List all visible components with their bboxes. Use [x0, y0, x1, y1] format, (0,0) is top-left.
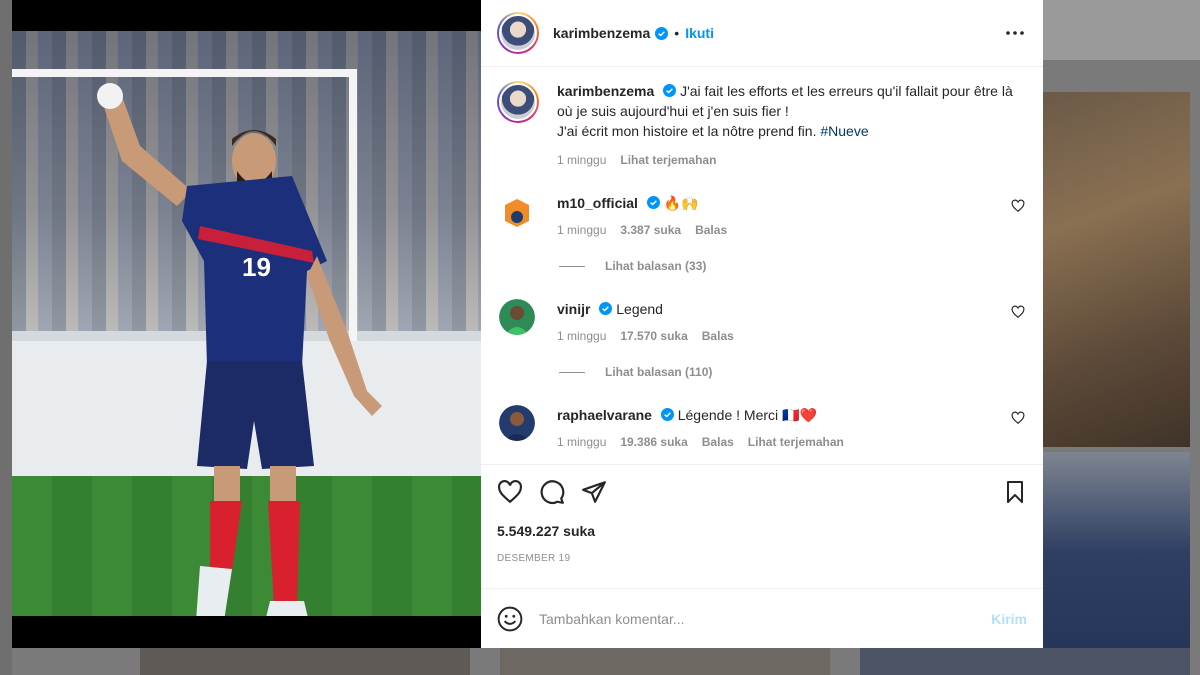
feed-tile: [1043, 0, 1200, 60]
separator-dot: •: [674, 25, 680, 41]
caption-time[interactable]: 1 minggu: [557, 153, 606, 167]
comment-time[interactable]: 1 minggu: [557, 329, 606, 343]
heart-icon[interactable]: [1011, 411, 1025, 425]
comment-likes[interactable]: 17.570 suka: [620, 329, 687, 343]
translate-link[interactable]: Lihat terjemahan: [748, 435, 844, 449]
comment-text: Legend: [616, 301, 663, 317]
verified-icon: [599, 302, 613, 315]
post-date[interactable]: DESEMBER 19: [497, 553, 1027, 564]
more-icon[interactable]: [1003, 21, 1027, 45]
reply-button[interactable]: Balas: [702, 435, 734, 449]
caption-username[interactable]: karimbenzema: [557, 83, 654, 99]
verified-icon: [646, 196, 660, 209]
post-media: 19: [12, 0, 481, 648]
comment-time[interactable]: 1 minggu: [557, 435, 606, 449]
comment-time[interactable]: 1 minggu: [557, 223, 606, 237]
feed-tile: [860, 648, 1190, 675]
comment-item: m10_official 🔥🙌 1 minggu 3.387 suka Bala…: [497, 193, 1027, 237]
comment-text: Légende ! Merci 🇫🇷❤️: [677, 407, 817, 423]
comment-likes[interactable]: 3.387 suka: [620, 223, 681, 237]
comment-username[interactable]: raphaelvarane: [557, 407, 652, 423]
verified-icon: [663, 84, 677, 97]
feed-tile: [140, 648, 470, 675]
avatar[interactable]: [499, 193, 535, 229]
share-icon[interactable]: [581, 479, 607, 505]
reply-button[interactable]: Balas: [695, 223, 727, 237]
emoji-icon[interactable]: [497, 606, 523, 632]
heart-icon[interactable]: [497, 479, 523, 505]
post-actions: 5.549.227 suka DESEMBER 19: [481, 464, 1043, 588]
feed-tile: [500, 648, 830, 675]
backdrop-left: [0, 0, 12, 675]
post-header: karimbenzema • Ikuti: [481, 0, 1043, 67]
like-count[interactable]: 5.549.227 suka: [497, 523, 1027, 539]
heart-icon[interactable]: [1011, 199, 1025, 213]
heart-icon[interactable]: [1011, 305, 1025, 319]
view-replies-button[interactable]: Lihat balasan (33): [559, 259, 1027, 273]
add-comment-bar: Kirim: [481, 588, 1043, 648]
comment-text: 🔥🙌: [663, 195, 699, 211]
avatar[interactable]: [499, 405, 535, 441]
comments-list[interactable]: karimbenzema J'ai fait les efforts et le…: [481, 67, 1043, 464]
caption: karimbenzema J'ai fait les efforts et le…: [497, 81, 1027, 167]
comment-likes[interactable]: 19.386 suka: [620, 435, 687, 449]
verified-icon: [655, 26, 669, 40]
caption-text-2: J'ai écrit mon histoire et la nôtre pren…: [557, 123, 817, 139]
post-comment-button[interactable]: Kirim: [991, 611, 1027, 627]
feed-tile: [1043, 452, 1190, 675]
verified-icon: [660, 408, 674, 421]
follow-button[interactable]: Ikuti: [685, 25, 714, 41]
post-modal: 19 karimbenzema • Ikuti karimbenzema J'a…: [12, 0, 1043, 648]
jersey-number: 19: [242, 252, 271, 282]
player-figure: 19: [97, 83, 382, 616]
post-photo: 19: [12, 31, 481, 616]
comment-icon[interactable]: [539, 479, 565, 505]
hashtag-link[interactable]: #Nueve: [820, 123, 868, 139]
reply-button[interactable]: Balas: [702, 329, 734, 343]
bookmark-icon[interactable]: [1003, 479, 1027, 505]
post-side-panel: karimbenzema • Ikuti karimbenzema J'ai f…: [481, 0, 1043, 648]
comment-item: vinijr Legend 1 minggu 17.570 suka Balas: [497, 299, 1027, 343]
comment-item: raphaelvarane Légende ! Merci 🇫🇷❤️ 1 min…: [497, 405, 1027, 449]
comment-input[interactable]: [539, 610, 992, 627]
comment-username[interactable]: m10_official: [557, 195, 638, 211]
comment-username[interactable]: vinijr: [557, 301, 590, 317]
translate-link[interactable]: Lihat terjemahan: [620, 153, 716, 167]
avatar[interactable]: [497, 81, 539, 123]
header-username[interactable]: karimbenzema: [553, 25, 650, 41]
view-replies-button[interactable]: Lihat balasan (110): [559, 365, 1027, 379]
avatar[interactable]: [497, 12, 539, 54]
avatar[interactable]: [499, 299, 535, 335]
feed-tile: [1043, 92, 1190, 447]
